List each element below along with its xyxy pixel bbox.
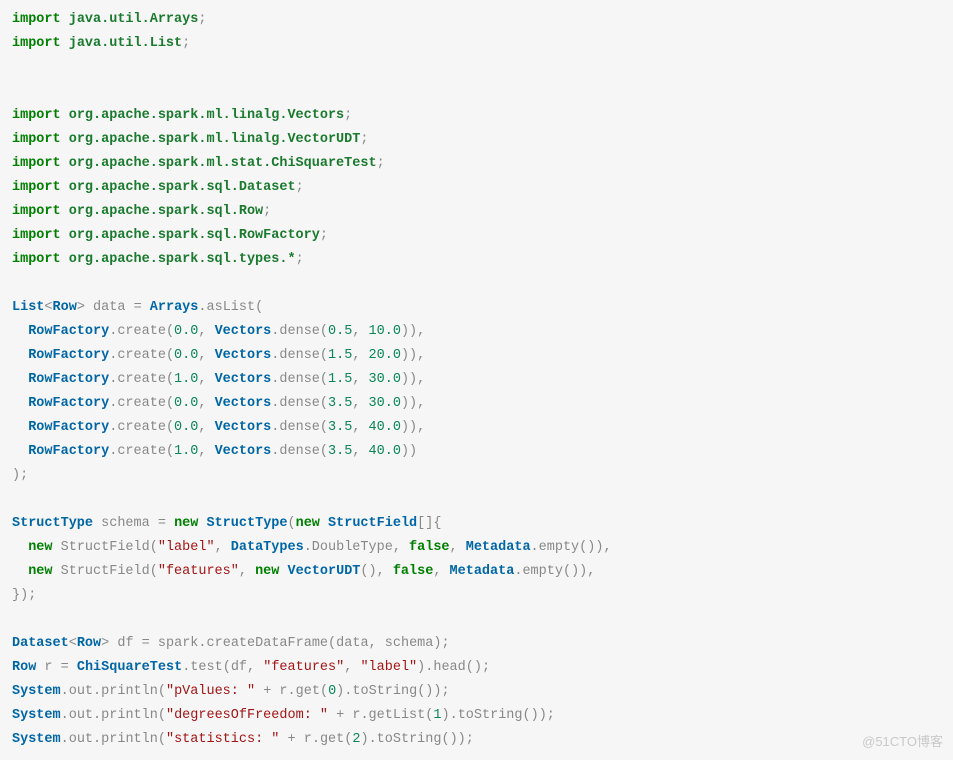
watermark-text: @51CTO博客: [862, 730, 943, 754]
code-block: import java.util.Arrays; import java.uti…: [12, 8, 941, 752]
